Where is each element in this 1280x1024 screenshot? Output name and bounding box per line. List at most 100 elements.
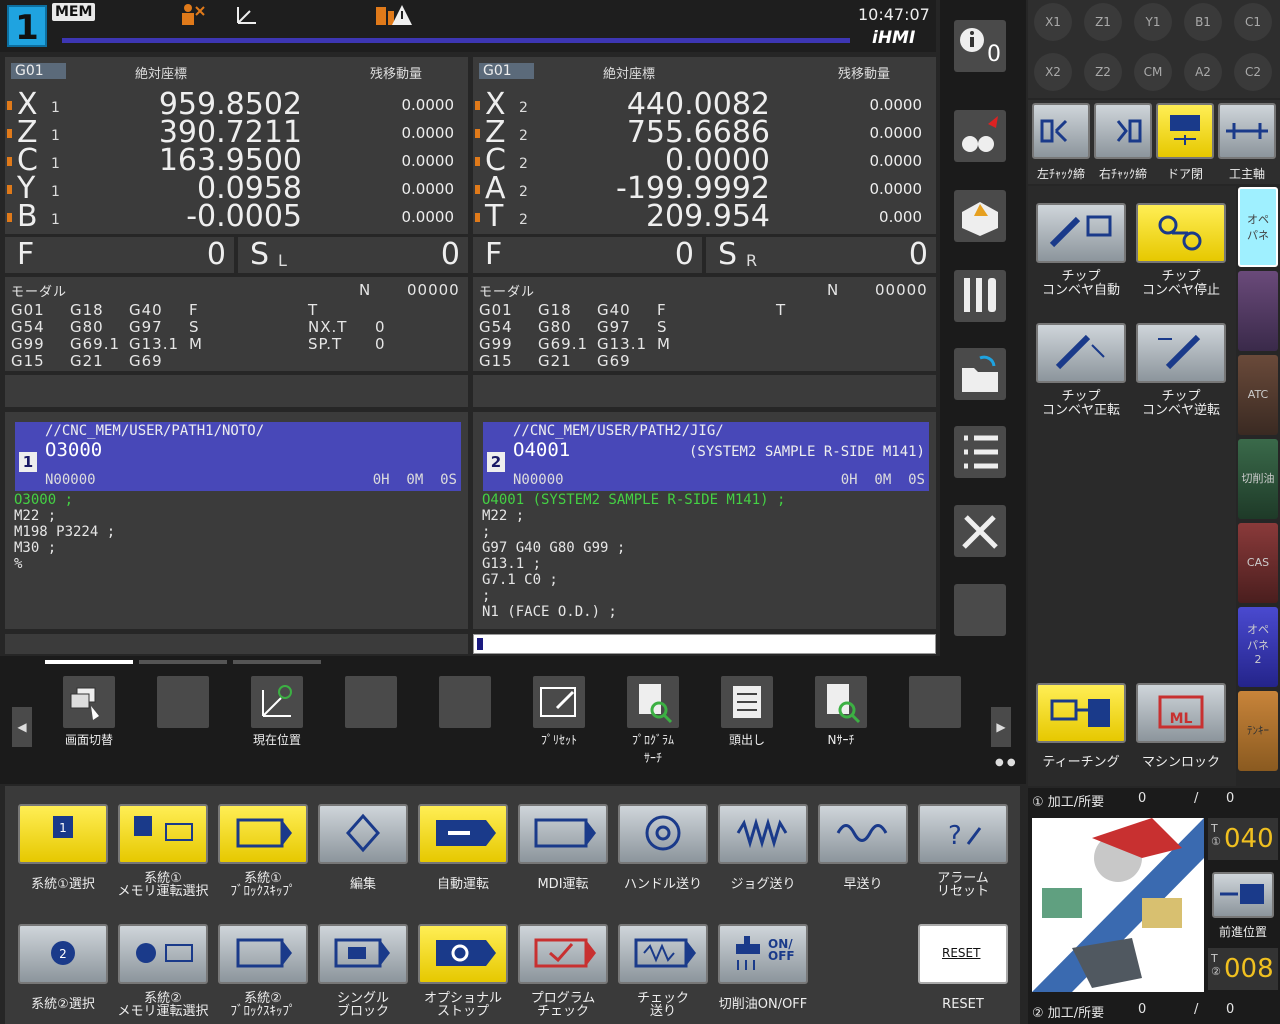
axis-cm-button[interactable]: CM <box>1134 53 1172 91</box>
tool-label: 工主軸 <box>1228 167 1265 181</box>
tool2-box: T ② 008 <box>1208 948 1278 990</box>
path1-block-skip-button[interactable] <box>218 804 308 864</box>
tab-coolant[interactable]: 切削油 <box>1238 439 1278 519</box>
path1-position-panel[interactable]: G01 絶対座標 残移動量 X 1 959.8502 0.0000 Z 1 390.721… <box>5 57 468 234</box>
chip-conveyor-stop-button[interactable] <box>1136 203 1226 263</box>
path2-input-bar[interactable] <box>473 634 936 654</box>
check-feed-button[interactable] <box>618 924 708 984</box>
axis-b1-button[interactable]: B1 <box>1184 3 1222 41</box>
n-search-button[interactable] <box>815 676 867 728</box>
path1-program-panel[interactable]: //CNC_MEM/USER/PATH1/NOTO/ 1 O3000 N0000… <box>5 412 468 629</box>
settings-gears-button[interactable] <box>954 110 1006 162</box>
path2-program-header: //CNC_MEM/USER/PATH2/JIG/ 2 O4001 (SYSTE… <box>483 422 929 491</box>
button-label: マシンロック <box>1141 755 1220 770</box>
path2-program-panel[interactable]: //CNC_MEM/USER/PATH2/JIG/ 2 O4001 (SYSTE… <box>473 412 936 629</box>
count1-label: ① 加工/所要 <box>1032 795 1105 810</box>
program-folder-button[interactable] <box>954 348 1006 400</box>
operator-warning-icon <box>178 3 206 27</box>
tab-atc[interactable]: ATC <box>1238 355 1278 435</box>
blank-function-button[interactable] <box>954 584 1006 636</box>
button-label: 切削油ON/OFF <box>718 997 808 1012</box>
tool1-box: T ① 040 <box>1208 818 1278 860</box>
axis-a2-button[interactable]: A2 <box>1184 53 1222 91</box>
axis-x1-button[interactable]: X1 <box>1034 3 1072 41</box>
axis-z2-button[interactable]: Z2 <box>1084 53 1122 91</box>
softkey-label: Nｻｰﾁ <box>827 733 855 747</box>
ihmi-logo: iHMI <box>872 28 916 48</box>
machine-lock-button[interactable]: ML <box>1136 683 1226 743</box>
tab-operation-panel-2[interactable]: オペ パネ 2 <box>1238 607 1278 687</box>
workpiece-button[interactable] <box>954 190 1006 242</box>
path1-memory-select-button[interactable] <box>118 804 208 864</box>
advance-label: 前進位置 <box>1218 925 1267 939</box>
coordinate-icon <box>234 3 260 27</box>
path-number-indicator[interactable]: 1 <box>7 5 47 48</box>
chip-conveyor-reverse-button[interactable] <box>1136 323 1226 383</box>
cue-start-button[interactable] <box>721 676 773 728</box>
optional-stop-button[interactable] <box>418 924 508 984</box>
button-label: アラーム リセット <box>936 871 989 899</box>
coolant-onoff-button[interactable]: ON/ OFF <box>718 924 808 984</box>
softkey-blank[interactable] <box>439 676 491 728</box>
button-label: 系統② ﾌﾞﾛｯｸｽｷｯﾌﾟ <box>230 991 296 1019</box>
advance-position-button[interactable] <box>1212 872 1274 918</box>
program-search-button[interactable] <box>627 676 679 728</box>
path1-select-button[interactable]: 1 <box>18 804 108 864</box>
auto-operation-button[interactable] <box>418 804 508 864</box>
tools-button[interactable] <box>954 270 1006 322</box>
softkey-prev-button[interactable]: ◀ <box>12 707 32 747</box>
path2-position-panel[interactable]: G01 絶対座標 残移動量 X 2 440.0082 0.0000 Z 2 755.668… <box>473 57 936 234</box>
path1-message-bar <box>5 375 468 407</box>
button-label: チップ <box>1161 269 1201 284</box>
single-block-button[interactable] <box>318 924 408 984</box>
chip-conveyor-forward-button[interactable] <box>1036 323 1126 383</box>
program-check-button[interactable] <box>518 924 608 984</box>
softkey-blank[interactable] <box>909 676 961 728</box>
info-button[interactable]: 0 <box>954 20 1006 72</box>
path2-memory-select-button[interactable] <box>118 924 208 984</box>
tab-operation-panel[interactable]: オペ パネ <box>1238 187 1278 267</box>
left-chuck-clamp-button[interactable] <box>1032 103 1090 159</box>
softkey-next-button[interactable]: ▶ <box>991 707 1011 747</box>
preset-button[interactable] <box>533 676 585 728</box>
svg-text:?: ? <box>948 821 962 851</box>
screen-switch-button[interactable] <box>63 676 115 728</box>
path2-spindle-box: SR0 <box>706 237 936 273</box>
axis-row: Z 2 755.6686 0.0000 <box>473 115 936 150</box>
rapid-traverse-button[interactable] <box>818 804 908 864</box>
axis-row: A 2 -199.9992 0.0000 <box>473 171 936 206</box>
handle-feed-button[interactable] <box>618 804 708 864</box>
door-close-button[interactable] <box>1156 103 1214 159</box>
path2-block-skip-button[interactable] <box>218 924 308 984</box>
teaching-button[interactable] <box>1036 683 1126 743</box>
softkey-label: ｻｰﾁ <box>643 751 662 765</box>
button-label: 系統② メモリ運転選択 <box>117 991 209 1019</box>
edit-button[interactable] <box>318 804 408 864</box>
axis-y1-button[interactable]: Y1 <box>1134 3 1172 41</box>
tab-blank[interactable] <box>1238 271 1278 351</box>
reset-button[interactable]: RESET <box>918 924 1008 984</box>
current-position-button[interactable] <box>251 676 303 728</box>
header-progress-bar <box>62 38 850 43</box>
mdi-operation-button[interactable] <box>518 804 608 864</box>
path2-select-button[interactable]: 2 <box>18 924 108 984</box>
axis-c1-button[interactable]: C1 <box>1234 3 1272 41</box>
jog-feed-button[interactable] <box>718 804 808 864</box>
tab-tenkey[interactable]: ﾃﾝｷｰ <box>1238 691 1278 771</box>
softkey-blank[interactable] <box>345 676 397 728</box>
list-button[interactable] <box>954 426 1006 478</box>
tab-cas[interactable]: CAS <box>1238 523 1278 603</box>
axis-row: T 2 209.954 0.000 <box>473 199 936 234</box>
path2-gcode-label: G01 <box>479 63 534 79</box>
axis-c2-button[interactable]: C2 <box>1234 53 1272 91</box>
softkey-blank[interactable] <box>157 676 209 728</box>
axis-x2-button[interactable]: X2 <box>1034 53 1072 91</box>
axis-z1-button[interactable]: Z1 <box>1084 3 1122 41</box>
axis-row: B 1 -0.0005 0.0000 <box>5 199 468 234</box>
chip-conveyor-auto-button[interactable] <box>1036 203 1126 263</box>
right-chuck-clamp-button[interactable] <box>1094 103 1152 159</box>
tool-spindle-button[interactable] <box>1218 103 1276 159</box>
button-label: 系統②選択 <box>31 997 95 1012</box>
maintenance-button[interactable] <box>954 505 1006 557</box>
alarm-reset-button[interactable]: ? <box>918 804 1008 864</box>
